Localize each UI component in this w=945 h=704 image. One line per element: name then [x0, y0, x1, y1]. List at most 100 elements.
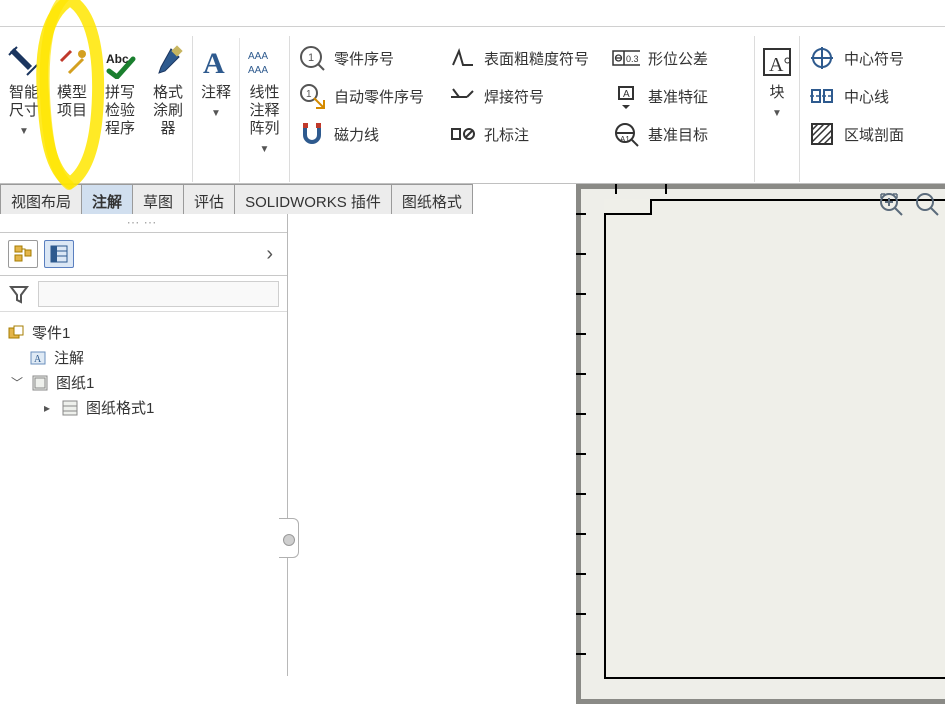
note-icon: A: [198, 44, 234, 80]
label: 检验: [105, 102, 135, 120]
hatch-icon: [808, 120, 836, 148]
tree-root[interactable]: 零件1: [6, 320, 281, 345]
label: 中心线: [844, 86, 889, 107]
dropdown-caret-icon[interactable]: ▼: [19, 126, 29, 138]
auto-balloon-button[interactable]: 1 自动零件序号: [294, 78, 436, 114]
linear-note-pattern-button[interactable]: AAA AAA 线性 注释 阵列 ▼: [239, 38, 289, 182]
gdt-icon: 0.3: [612, 44, 640, 72]
label: 零件序号: [334, 48, 394, 69]
dimension-icon: [6, 44, 42, 80]
label: 器: [160, 120, 175, 138]
block-button[interactable]: A° 块 ▼: [755, 38, 799, 182]
expand-icon[interactable]: ▸: [40, 401, 54, 415]
ribbon-group-note: A 注释 ▼ AAA AAA 线性 注释 阵列 ▼: [193, 36, 290, 182]
label: 基准特征: [648, 86, 708, 107]
format-painter-button[interactable]: 格式 涂刷 器: [144, 38, 192, 182]
magnetic-line-button[interactable]: 磁力线: [294, 116, 436, 152]
tab-solidworks-addins[interactable]: SOLIDWORKS 插件: [234, 184, 392, 214]
property-tab-icon: [50, 245, 68, 263]
label: 项目: [57, 102, 87, 120]
dropdown-caret-icon[interactable]: ▼: [211, 108, 221, 120]
centerline-button[interactable]: 中心线: [804, 78, 916, 114]
block-icon: A°: [759, 44, 795, 80]
label: 孔标注: [484, 124, 529, 145]
panel-expand-button[interactable]: ›: [260, 243, 279, 266]
filter-icon[interactable]: [8, 283, 30, 305]
label: 注解: [54, 347, 84, 368]
label: 自动零件序号: [334, 86, 424, 107]
label: 程序: [105, 120, 135, 138]
model-items-icon: [54, 44, 90, 80]
auto-balloon-icon: 1: [298, 82, 326, 110]
part-icon: [6, 323, 26, 343]
tree-sheet[interactable]: ﹀ 图纸1: [6, 370, 281, 395]
tab-sheet-format[interactable]: 图纸格式: [391, 184, 473, 214]
sheet-format-icon: [60, 398, 80, 418]
hole-callout-icon: [448, 120, 476, 148]
zoom-to-fit-button[interactable]: [877, 190, 905, 218]
geometric-tolerance-button[interactable]: 0.3 形位公差: [608, 40, 750, 76]
balloon-icon: 1: [298, 44, 326, 72]
label: 涂刷: [153, 102, 183, 120]
drawing-sheet-notch: [604, 199, 652, 215]
tab-annotate[interactable]: 注解: [81, 184, 133, 214]
svg-text:A: A: [203, 47, 225, 79]
zoom-area-button[interactable]: [913, 190, 941, 218]
ribbon-group-callouts: 1 零件序号 1 自动零件序号 磁力线 表面粗糙度符号 焊接符号: [290, 36, 755, 182]
smart-dimension-button[interactable]: 智能 尺寸 ▼: [0, 38, 48, 182]
workspace: ⋯⋯ › 零件1 A 注解: [0, 214, 945, 676]
tree-sheet-format[interactable]: ▸ 图纸格式1: [6, 395, 281, 420]
tab-view-layout[interactable]: 视图布局: [0, 184, 82, 214]
dropdown-caret-icon[interactable]: ▼: [772, 108, 782, 120]
datum-feature-button[interactable]: A 基准特征: [608, 78, 750, 114]
datum-target-button[interactable]: A1 基准目标: [608, 116, 750, 152]
spell-check-button[interactable]: Abc 拼写 检验 程序: [96, 38, 144, 182]
datum-target-icon: A1: [612, 120, 640, 148]
label: 块: [769, 84, 784, 102]
svg-text:1: 1: [306, 89, 312, 100]
balloon-button[interactable]: 1 零件序号: [294, 40, 436, 76]
tree-annotations[interactable]: A 注解: [6, 345, 281, 370]
model-items-button[interactable]: 模型 项目: [48, 38, 96, 182]
ribbon-group-annotate: 智能 尺寸 ▼ 模型 项目 Abc 拼写 检验: [0, 36, 193, 182]
label: 注释: [201, 84, 231, 102]
surface-finish-button[interactable]: 表面粗糙度符号: [444, 40, 600, 76]
panel-tab-1[interactable]: [8, 240, 38, 268]
panel-splitter-knob[interactable]: [283, 534, 295, 546]
label: 磁力线: [334, 124, 379, 145]
datum-feature-icon: A: [612, 82, 640, 110]
panel-tab-2[interactable]: [44, 240, 74, 268]
filter-input[interactable]: [38, 281, 279, 307]
magnet-icon: [298, 120, 326, 148]
spellcheck-icon: Abc: [102, 44, 138, 80]
pattern-icon: AAA AAA: [247, 44, 283, 80]
svg-text:A: A: [34, 354, 42, 365]
area-hatch-button[interactable]: 区域剖面: [804, 116, 916, 152]
drawing-canvas[interactable]: [288, 214, 945, 676]
note-button[interactable]: A 注释 ▼: [193, 38, 239, 182]
center-mark-icon: [808, 44, 836, 72]
label: 形位公差: [648, 48, 708, 69]
feature-tree: 零件1 A 注解 ﹀ 图纸1 ▸ 图纸格式1: [0, 312, 287, 428]
hole-callout-button[interactable]: 孔标注: [444, 116, 600, 152]
svg-text:AAA: AAA: [248, 65, 268, 76]
weld-symbol-button[interactable]: 焊接符号: [444, 78, 600, 114]
collapse-icon[interactable]: ﹀: [10, 374, 24, 391]
ruler-ticks-left: [576, 184, 586, 704]
label: 格式: [153, 84, 183, 102]
command-tabs: 视图布局 注解 草图 评估 SOLIDWORKS 插件 图纸格式: [0, 184, 472, 214]
label: 阵列: [249, 120, 279, 138]
svg-text:A1: A1: [620, 135, 630, 144]
label: 拼写: [105, 84, 135, 102]
dropdown-caret-icon[interactable]: ▼: [260, 144, 270, 156]
label: 基准目标: [648, 124, 708, 145]
label: 智能: [9, 84, 39, 102]
panel-grip[interactable]: ⋯⋯: [0, 214, 287, 232]
tab-evaluate[interactable]: 评估: [183, 184, 235, 214]
divider: [0, 26, 945, 27]
label: 区域剖面: [844, 124, 904, 145]
ribbon: 智能 尺寸 ▼ 模型 项目 Abc 拼写 检验: [0, 36, 945, 184]
tab-sketch[interactable]: 草图: [132, 184, 184, 214]
label: 表面粗糙度符号: [484, 48, 589, 69]
center-mark-button[interactable]: 中心符号: [804, 40, 916, 76]
